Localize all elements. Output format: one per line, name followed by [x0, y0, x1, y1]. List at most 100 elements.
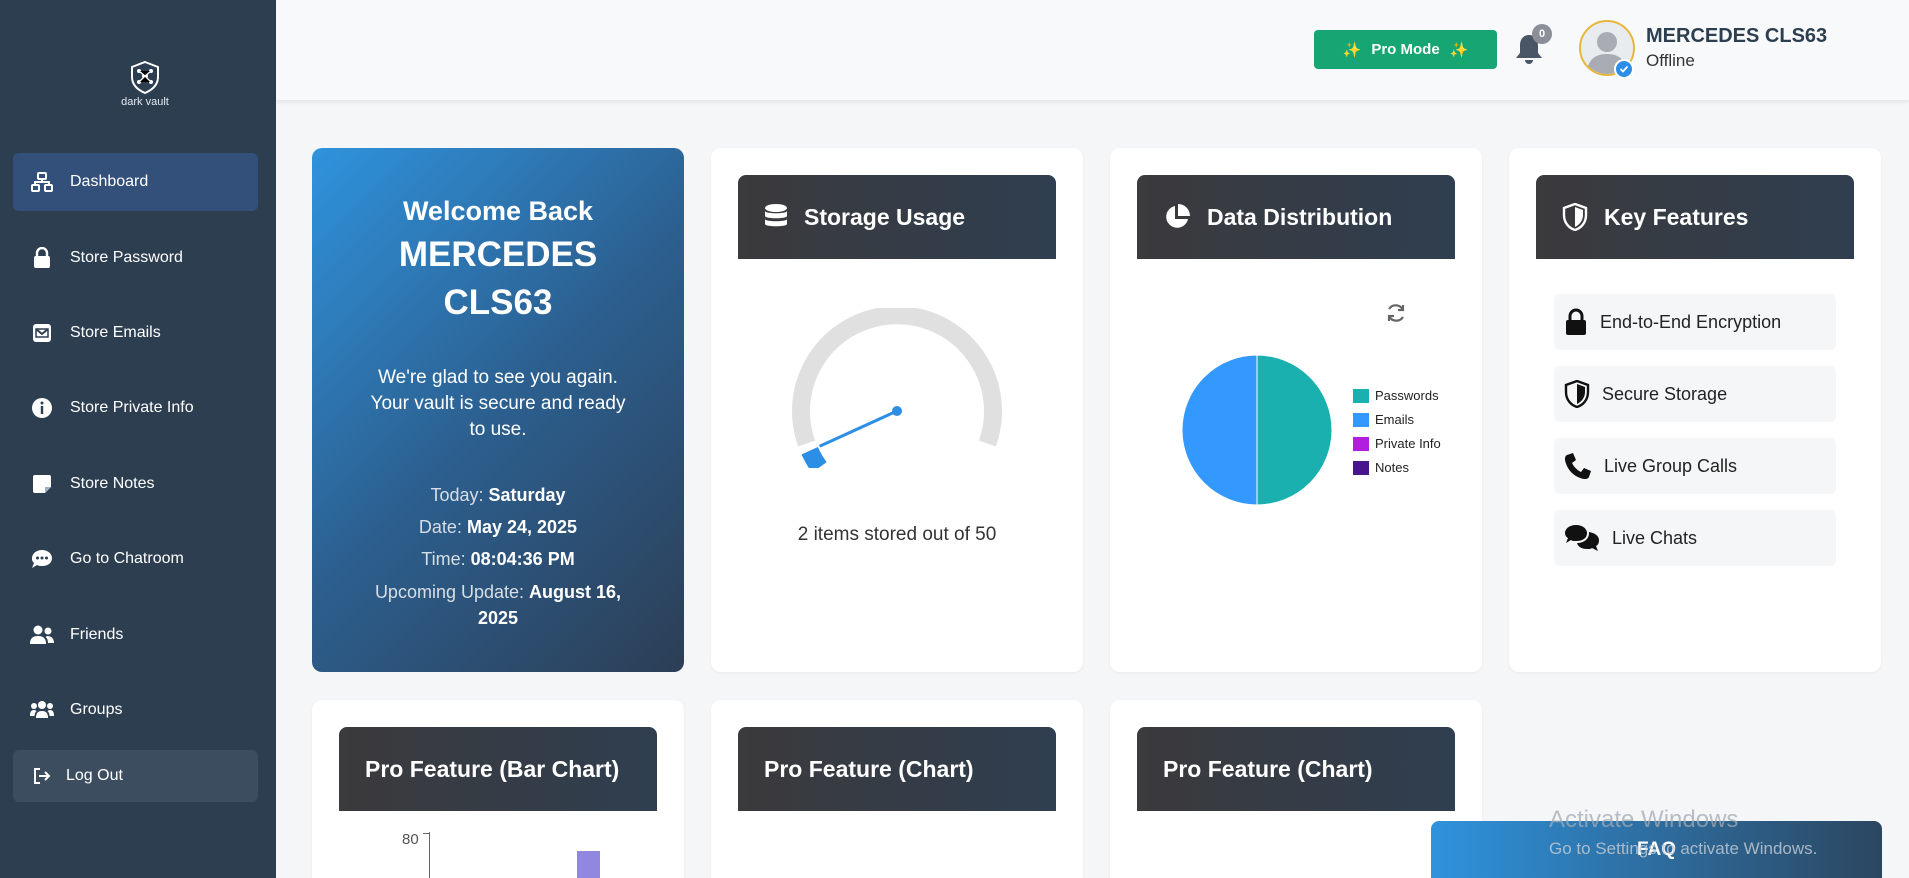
user-status: Offline	[1646, 51, 1695, 70]
sidebar-item-label: Friends	[70, 626, 124, 643]
chart-pie-icon	[1163, 203, 1191, 231]
comments-icon	[1564, 524, 1600, 552]
sidebar-item-label: Store Password	[70, 249, 183, 266]
feature-group-calls[interactable]: Live Group Calls	[1554, 438, 1836, 494]
y-tick-mark	[423, 833, 429, 834]
sidebar-item-label: Store Notes	[70, 475, 155, 492]
info-circle-icon	[28, 394, 56, 422]
lock-icon	[1564, 308, 1588, 336]
data-distribution-title: Data Distribution	[1207, 203, 1393, 230]
pro-mode-button[interactable]: ✨ Pro Mode ✨	[1314, 30, 1497, 69]
logout-label: Log Out	[66, 767, 123, 784]
legend-swatch	[1353, 436, 1369, 451]
welcome-user-name: MERCEDES CLS63	[398, 235, 598, 322]
verified-check-icon	[1614, 59, 1634, 79]
sidebar-item-chatroom[interactable]: Go to Chatroom	[13, 530, 258, 588]
user-friends-icon	[28, 621, 56, 649]
legend-passwords: Passwords	[1353, 388, 1439, 403]
welcome-message: We're glad to see you again. Your vault …	[370, 367, 626, 440]
logout-button[interactable]: Log Out	[13, 750, 258, 802]
pro-card-header: Pro Feature (Bar Chart)	[339, 727, 657, 811]
feature-label: Secure Storage	[1602, 383, 1728, 404]
activate-windows-subtitle: Go to Settings to activate Windows.	[1549, 839, 1818, 858]
welcome-greeting: Welcome Back	[402, 196, 594, 226]
sparkle-icon: ✨	[1449, 41, 1469, 59]
pro-bar-chart-card: Pro Feature (Bar Chart) 80	[312, 700, 684, 878]
sign-out-icon	[28, 762, 56, 790]
database-icon	[764, 203, 788, 231]
pro-card-title: Pro Feature (Bar Chart)	[365, 755, 620, 782]
gauge-hub	[892, 406, 902, 416]
pro-card-header: Pro Feature (Chart)	[1137, 727, 1455, 811]
feature-secure-storage[interactable]: Secure Storage	[1554, 366, 1836, 422]
sidebar-item-dashboard[interactable]: Dashboard	[13, 153, 258, 211]
sidebar: dark vault Dashboard Store Password Stor…	[0, 0, 276, 878]
sidebar-item-label: Store Emails	[70, 324, 161, 341]
pie-slice-emails[interactable]	[1181, 354, 1258, 506]
pro-chart-card-2: Pro Feature (Chart)	[1110, 700, 1482, 878]
sidebar-item-store-private-info[interactable]: Store Private Info	[13, 379, 258, 437]
data-distribution-header: Data Distribution	[1137, 175, 1455, 259]
activate-windows-title: Activate Windows	[1549, 806, 1739, 833]
vault-logo-icon	[131, 60, 159, 94]
sidebar-item-label: Dashboard	[70, 173, 149, 190]
pie-slice-passwords[interactable]	[1256, 354, 1333, 506]
pro-card-title: Pro Feature (Chart)	[764, 755, 974, 782]
today-row: Today: Saturday	[430, 485, 566, 505]
pro-chart-card-1: Pro Feature (Chart)	[711, 700, 1083, 878]
feature-label: End-to-End Encryption	[1600, 311, 1782, 332]
storage-usage-card: Storage Usage 2 items stored out of 50	[711, 148, 1083, 672]
legend-swatch	[1353, 388, 1369, 403]
update-row: Upcoming Update: August 16, 2025	[374, 582, 622, 628]
notification-count-badge: 0	[1532, 24, 1552, 44]
sparkle-icon: ✨	[1342, 41, 1362, 59]
pro-card-header: Pro Feature (Chart)	[738, 727, 1056, 811]
time-row: Time: 08:04:36 PM	[421, 549, 575, 569]
lock-icon	[28, 244, 56, 272]
data-distribution-pie	[1181, 354, 1333, 506]
shield-icon	[1562, 203, 1588, 231]
feature-live-chats[interactable]: Live Chats	[1554, 510, 1836, 566]
sidebar-item-store-password[interactable]: Store Password	[13, 229, 258, 287]
welcome-info: Today: Saturday Date: May 24, 2025 Time:…	[312, 479, 684, 631]
legend-swatch	[1353, 460, 1369, 475]
envelope-icon	[28, 319, 56, 347]
sidebar-item-groups[interactable]: Groups	[13, 681, 258, 739]
storage-summary: 2 items stored out of 50	[797, 524, 997, 545]
data-distribution-card: Data Distribution Passwords Emails Priva…	[1110, 148, 1482, 672]
legend-swatch	[1353, 412, 1369, 427]
date-row: Date: May 24, 2025	[418, 517, 578, 537]
y-axis-line	[429, 832, 430, 878]
bar-preview	[577, 851, 600, 878]
sidebar-item-friends[interactable]: Friends	[13, 606, 258, 664]
welcome-card: Welcome Back MERCEDES CLS63 We're glad t…	[312, 148, 684, 672]
legend-private-info: Private Info	[1353, 436, 1441, 451]
refresh-button[interactable]	[1385, 302, 1407, 329]
phone-icon	[1564, 452, 1592, 480]
feature-encryption[interactable]: End-to-End Encryption	[1554, 294, 1836, 350]
sticky-note-icon	[28, 470, 56, 498]
legend-emails: Emails	[1353, 412, 1414, 427]
pro-mode-label: Pro Mode	[1371, 41, 1440, 58]
logo[interactable]: dark vault	[105, 60, 185, 108]
topbar	[276, 0, 1909, 100]
refresh-icon	[1387, 304, 1405, 322]
gauge-needle	[819, 409, 898, 448]
legend-notes: Notes	[1353, 460, 1409, 475]
sidebar-item-label: Groups	[70, 701, 123, 718]
user-name[interactable]: MERCEDES CLS63	[1646, 25, 1827, 48]
sitemap-icon	[28, 168, 56, 196]
key-features-card: Key Features End-to-End Encryption Secur…	[1509, 148, 1881, 672]
logo-text: dark vault	[121, 96, 169, 108]
pro-card-title: Pro Feature (Chart)	[1163, 755, 1373, 782]
storage-gauge	[792, 308, 1002, 468]
sidebar-item-store-notes[interactable]: Store Notes	[13, 455, 258, 513]
sidebar-item-label: Store Private Info	[70, 399, 194, 416]
sidebar-item-store-emails[interactable]: Store Emails	[13, 304, 258, 362]
feature-label: Live Chats	[1612, 527, 1698, 548]
key-features-title: Key Features	[1604, 203, 1749, 230]
comment-dots-icon	[28, 545, 56, 573]
sidebar-item-label: Go to Chatroom	[70, 550, 184, 567]
users-icon	[28, 696, 56, 724]
y-tick-label: 80	[402, 831, 419, 848]
